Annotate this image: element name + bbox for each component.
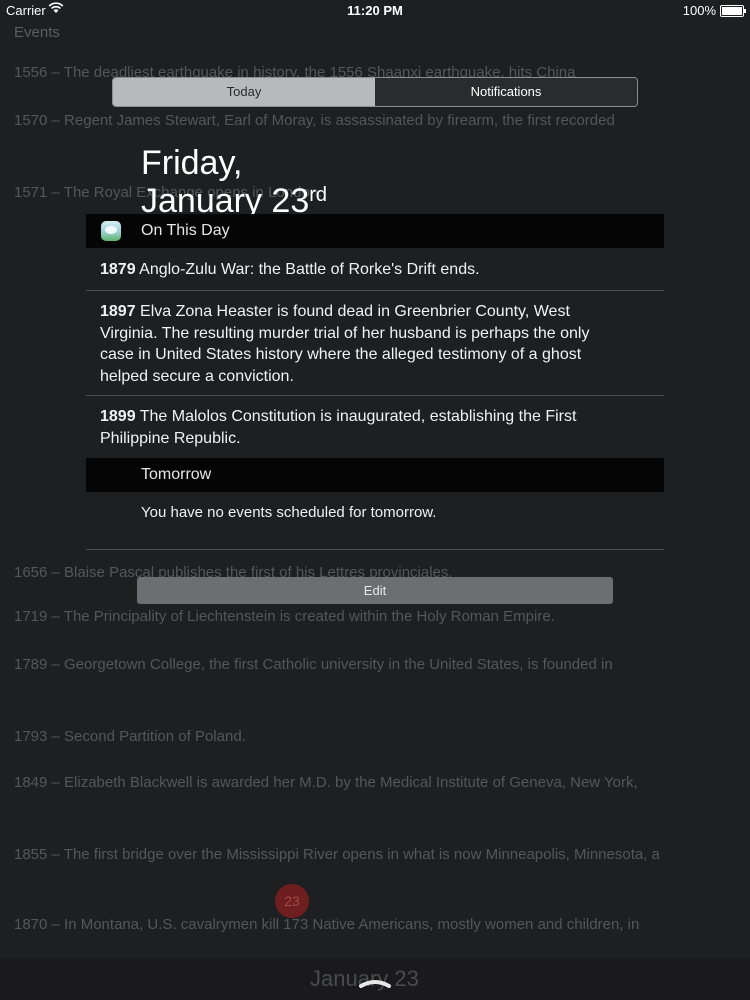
on-this-day-app-icon — [101, 221, 121, 241]
event-year: 1879 — [100, 261, 136, 278]
tomorrow-header: Tomorrow — [86, 458, 664, 492]
divider — [86, 549, 664, 550]
tab-today[interactable]: Today — [113, 78, 375, 106]
event-text: The Malolos Constitution is inaugurated,… — [100, 408, 577, 447]
status-bar: Carrier 11:20 PM 100% — [0, 0, 750, 22]
event-item[interactable]: 1899 The Malolos Constitution is inaugur… — [100, 406, 620, 449]
battery-percent: 100% — [682, 3, 716, 18]
notification-center: Today Notifications Friday, January 23rd… — [0, 22, 750, 1000]
tomorrow-message: You have no events scheduled for tomorro… — [141, 504, 437, 521]
event-text: Elva Zona Heaster is found dead in Green… — [100, 303, 590, 385]
battery-icon — [720, 5, 746, 17]
tomorrow-title: Tomorrow — [141, 466, 212, 483]
clock: 11:20 PM — [347, 3, 403, 18]
view-segmented-control: Today Notifications — [112, 77, 638, 107]
divider — [86, 395, 664, 396]
divider — [86, 290, 664, 291]
chevron-up-handle-icon[interactable] — [358, 976, 392, 988]
event-item[interactable]: 1897 Elva Zona Heaster is found dead in … — [100, 301, 620, 387]
event-year: 1899 — [100, 408, 136, 425]
edit-button[interactable]: Edit — [137, 577, 613, 604]
on-this-day-title: On This Day — [141, 222, 230, 239]
event-text: Anglo-Zulu War: the Battle of Rorke's Dr… — [139, 261, 480, 278]
tab-notifications[interactable]: Notifications — [375, 78, 637, 106]
event-year: 1897 — [100, 303, 136, 320]
date-ordinal-suffix: rd — [309, 184, 328, 206]
event-item[interactable]: 1879 Anglo-Zulu War: the Battle of Rorke… — [100, 259, 620, 281]
on-this-day-header[interactable]: On This Day — [86, 214, 664, 248]
date-weekday: Friday, — [141, 144, 243, 182]
